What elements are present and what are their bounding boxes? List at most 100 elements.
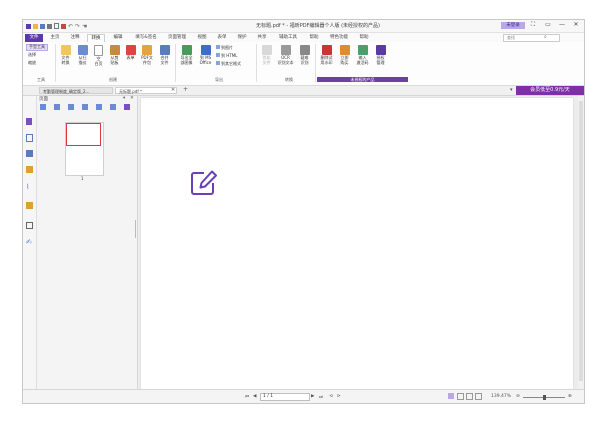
tab-share[interactable]: 共享: [254, 34, 270, 42]
panel-splitter[interactable]: [135, 220, 136, 238]
minimize-icon[interactable]: —: [557, 21, 567, 28]
vertical-scrollbar[interactable]: [578, 96, 584, 389]
to-ms-office-button[interactable]: 到 MS Office: [197, 45, 214, 65]
window-title: 无标题.pdf * - 福昕PDF编辑器个人版 (未经授权的产品): [255, 23, 380, 29]
field-icon[interactable]: [26, 222, 33, 229]
tab-form[interactable]: 表单: [214, 34, 230, 42]
tab-help[interactable]: 帮助: [306, 34, 322, 42]
doc-tab[interactable]: 考勤管理制度_确定版_2...: [39, 87, 113, 94]
attachment-icon[interactable]: ⌇: [26, 184, 33, 191]
tab-view[interactable]: 视图: [194, 34, 210, 42]
tab-fill-sign[interactable]: 填写&签名: [132, 34, 160, 42]
restore-icon[interactable]: ▭: [543, 21, 553, 28]
tab-page-manage[interactable]: 页面管理: [164, 34, 190, 42]
continuous-view-icon[interactable]: [457, 393, 464, 400]
first-page-icon[interactable]: ⏮: [245, 394, 249, 400]
zoom-slider-knob[interactable]: [543, 395, 546, 400]
tab-features[interactable]: 特色功能: [326, 34, 352, 42]
last-page-icon[interactable]: ⏭: [319, 394, 323, 400]
select-tool-button[interactable]: 选择: [28, 52, 36, 58]
html-icon: [216, 53, 220, 57]
single-page-view-icon[interactable]: [448, 393, 454, 399]
scan-icon[interactable]: [61, 23, 66, 29]
export-images-button[interactable]: 导出全 部图像: [178, 45, 195, 65]
ocr-icon: [280, 45, 291, 55]
prev-view-icon[interactable]: ⊲: [329, 394, 333, 399]
hand-icon[interactable]: ☚: [82, 23, 87, 29]
pdf-page[interactable]: [141, 98, 573, 389]
to-other-format-button[interactable]: 到其它格式: [216, 61, 241, 67]
file-convert-button[interactable]: 文件 转换: [58, 45, 73, 65]
new-tab-icon[interactable]: +: [183, 86, 188, 93]
activation-code-button[interactable]: 输入 激活码: [354, 45, 371, 65]
save-icon[interactable]: [40, 23, 45, 29]
search-input[interactable]: 查找: [503, 34, 560, 42]
delete-page-icon[interactable]: [54, 104, 60, 110]
scrollbar-thumb[interactable]: [579, 101, 583, 381]
tab-home[interactable]: 主页: [47, 34, 63, 42]
bookmark-icon[interactable]: [26, 118, 32, 125]
cover-view-icon[interactable]: [475, 393, 482, 400]
from-scanner-button[interactable]: 从扫 描仪: [75, 45, 90, 65]
zoom-value[interactable]: 139.47%: [491, 394, 511, 399]
hand-tool-button[interactable]: 手型工具: [26, 44, 48, 51]
tab-file[interactable]: 文件: [25, 34, 43, 42]
undo-icon[interactable]: ↶: [68, 23, 73, 29]
close-icon[interactable]: ✕: [571, 21, 581, 28]
print-icon[interactable]: [47, 23, 52, 29]
panel-close-icon[interactable]: ✕: [130, 96, 134, 101]
page-number-input[interactable]: 1 / 1: [260, 393, 310, 401]
tab-accessibility[interactable]: 辅助工具: [275, 34, 301, 42]
tab-list-icon[interactable]: ▾: [510, 87, 513, 93]
panel-menu-icon[interactable]: ▾: [123, 96, 125, 101]
buy-now-button[interactable]: 立即 购买: [337, 45, 352, 65]
next-page-icon[interactable]: ▶: [311, 394, 314, 399]
tab-comment[interactable]: 注释: [67, 34, 83, 42]
rotate-page-icon[interactable]: [82, 104, 88, 110]
group-label-create: 创建: [109, 77, 117, 82]
form-button[interactable]: 表单: [124, 45, 137, 61]
insert-page-icon[interactable]: [40, 104, 46, 110]
layers-icon[interactable]: [26, 150, 33, 157]
hard-ocr-button[interactable]: 疑难 识别: [297, 45, 312, 65]
search-icon[interactable]: ⌕: [544, 34, 547, 40]
login-button[interactable]: 未登录: [501, 22, 525, 29]
zoom-thumb-icon[interactable]: [110, 104, 116, 110]
pdf-package-button[interactable]: PDF文 件包: [139, 45, 155, 65]
blank-page-button[interactable]: 空 白页: [92, 45, 105, 66]
zoom-in-icon[interactable]: ⊕: [568, 394, 572, 399]
license-manage-button[interactable]: 授权 管理: [373, 45, 388, 65]
lock-icon[interactable]: [26, 202, 33, 209]
signature-icon[interactable]: ✍: [26, 239, 33, 246]
remove-watermark-button[interactable]: 删除试 用水印: [318, 45, 335, 65]
tab-protect[interactable]: 保护: [234, 34, 250, 42]
edit-icon[interactable]: [190, 170, 218, 196]
pages-icon[interactable]: [26, 134, 33, 142]
fullscreen-icon[interactable]: ⛶: [528, 21, 538, 29]
to-html-button[interactable]: 到 HTML: [216, 53, 237, 59]
page-settings-icon[interactable]: [124, 104, 130, 110]
close-tab-icon[interactable]: ✕: [171, 87, 175, 93]
next-view-icon[interactable]: ⊳: [337, 394, 341, 399]
license-icon: [375, 45, 386, 55]
tab-help-2[interactable]: 帮助: [356, 34, 372, 42]
tab-edit[interactable]: 编辑: [110, 34, 126, 42]
extract-page-icon[interactable]: [68, 104, 74, 110]
thumbnail-view-box[interactable]: [66, 123, 101, 146]
facing-view-icon[interactable]: [466, 393, 473, 400]
prev-page-icon[interactable]: ◀: [253, 394, 256, 399]
to-image-button[interactable]: 到图片: [216, 45, 233, 51]
replace-page-icon[interactable]: [96, 104, 102, 110]
ocr-button[interactable]: OCR 识别文本: [276, 45, 295, 65]
optimize-button[interactable]: 优化 文件: [259, 45, 274, 65]
new-icon[interactable]: [54, 23, 59, 29]
merge-files-button[interactable]: 合并 文件: [157, 45, 172, 65]
redo-icon[interactable]: ↷: [75, 23, 80, 29]
comments-icon[interactable]: [26, 166, 33, 173]
zoom-out-icon[interactable]: ⊖: [516, 394, 520, 399]
doc-tab-active[interactable]: 无标题.pdf *: [115, 87, 177, 94]
from-clipboard-button[interactable]: 从剪 贴板: [107, 45, 122, 65]
zoom-tool-button[interactable]: 缩放: [28, 60, 36, 66]
promo-banner[interactable]: 会员低至0.9元/天: [516, 86, 584, 95]
open-icon[interactable]: [33, 23, 38, 29]
